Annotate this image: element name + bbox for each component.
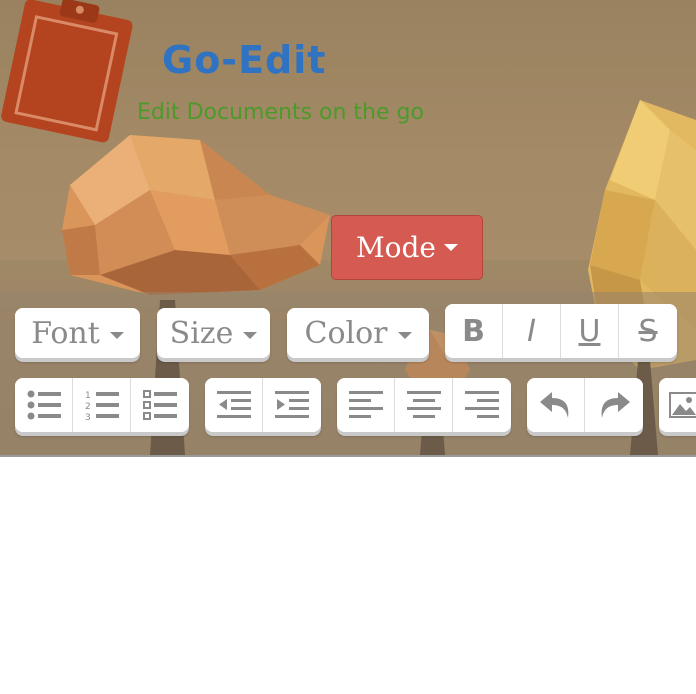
undo-button[interactable] <box>527 378 585 432</box>
size-group: Size <box>157 308 270 358</box>
align-center-icon <box>406 391 441 418</box>
strikethrough-icon: S <box>638 313 658 349</box>
underline-icon: U <box>578 313 601 349</box>
chevron-down-icon <box>444 244 459 251</box>
text-format-group: B I U S <box>445 304 677 358</box>
checklist-button[interactable] <box>131 378 189 432</box>
media-group <box>659 378 696 432</box>
chevron-down-icon <box>243 331 258 339</box>
strikethrough-button[interactable]: S <box>619 304 677 358</box>
checklist-icon <box>143 390 177 420</box>
align-center-button[interactable] <box>395 378 453 432</box>
mode-dropdown-button[interactable]: Mode <box>331 215 483 280</box>
unordered-list-button[interactable] <box>15 378 73 432</box>
image-icon <box>669 392 696 418</box>
svg-text:2: 2 <box>85 402 91 412</box>
align-left-icon <box>348 391 383 418</box>
font-dropdown-label: Font <box>31 315 100 351</box>
italic-button[interactable]: I <box>503 304 561 358</box>
undo-icon <box>539 392 568 418</box>
color-dropdown-label: Color <box>304 315 388 351</box>
indent-icon <box>275 391 309 418</box>
align-right-icon <box>465 391 499 418</box>
indent-group <box>205 378 321 432</box>
bold-button[interactable]: B <box>445 304 503 358</box>
redo-button[interactable] <box>585 378 643 432</box>
editor-content-area[interactable] <box>0 457 696 694</box>
underline-button[interactable]: U <box>561 304 619 358</box>
unordered-list-icon <box>27 390 61 420</box>
svg-text:3: 3 <box>85 413 91 421</box>
mode-label: Mode <box>355 231 437 264</box>
size-dropdown-label: Size <box>169 315 234 351</box>
align-left-button[interactable] <box>337 378 395 432</box>
indent-button[interactable] <box>263 378 321 432</box>
chevron-down-icon <box>109 331 124 339</box>
insert-image-button[interactable] <box>659 378 696 432</box>
outdent-button[interactable] <box>205 378 263 432</box>
bold-icon: B <box>462 313 485 349</box>
redo-icon <box>601 392 630 418</box>
alignment-group <box>337 378 511 432</box>
app-tagline: Edit Documents on the go <box>137 100 424 125</box>
list-group: 1 2 3 <box>15 378 189 432</box>
color-group: Color <box>287 308 429 358</box>
color-dropdown[interactable]: Color <box>287 308 429 358</box>
ordered-list-button[interactable]: 1 2 3 <box>73 378 131 432</box>
app-title: Go-Edit <box>162 38 327 82</box>
font-dropdown[interactable]: Font <box>15 308 140 358</box>
size-dropdown[interactable]: Size <box>157 308 270 358</box>
font-group: Font <box>15 308 140 358</box>
align-right-button[interactable] <box>453 378 511 432</box>
tree-left <box>62 135 330 295</box>
header-banner: Go-Edit Edit Documents on the go Mode Fo… <box>0 0 696 455</box>
chevron-down-icon <box>397 331 412 339</box>
clipboard-icon <box>1 0 133 143</box>
italic-icon: I <box>527 313 536 349</box>
ordered-list-icon: 1 2 3 <box>85 391 119 421</box>
history-group <box>527 378 643 432</box>
svg-text:1: 1 <box>85 391 91 401</box>
outdent-icon <box>216 391 251 418</box>
